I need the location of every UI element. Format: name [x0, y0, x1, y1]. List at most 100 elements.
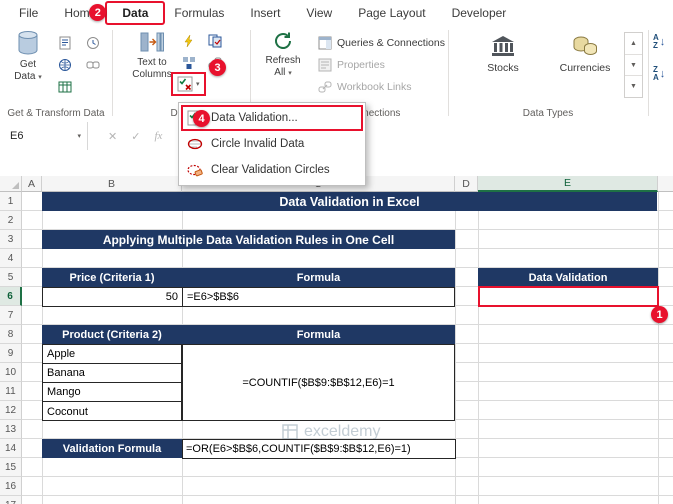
menu-item-clear-validation-circles[interactable]: Clear Validation Circles: [179, 157, 365, 183]
select-all-corner[interactable]: [0, 176, 22, 192]
row-header-11[interactable]: 11: [0, 382, 22, 401]
group-get-transform-data: Get Data ▾ Get & Transform Data: [0, 26, 112, 122]
cell-data-validation-header[interactable]: Data Validation: [478, 268, 658, 287]
existing-connections-button[interactable]: [84, 56, 102, 74]
get-data-button[interactable]: Get Data ▾: [5, 30, 51, 82]
row-header-13[interactable]: 13: [0, 420, 22, 439]
circle-invalid-data-icon: [185, 136, 205, 152]
gallery-more-button[interactable]: ▼: [625, 76, 642, 97]
flash-fill-button[interactable]: [180, 32, 224, 50]
queries-connections-button[interactable]: Queries & Connections: [318, 36, 445, 50]
row-header-15[interactable]: 15: [0, 458, 22, 477]
currencies-data-type-button[interactable]: Currencies: [548, 34, 622, 74]
dropdown-chevron: ▾: [288, 69, 292, 77]
remove-duplicates-icon: [206, 32, 224, 50]
cell-b11-product[interactable]: Mango: [43, 383, 181, 402]
column-header-e[interactable]: E: [478, 176, 658, 192]
row-header-9[interactable]: 9: [0, 344, 22, 363]
row-header-10[interactable]: 10: [0, 363, 22, 382]
recent-sources-button[interactable]: [84, 34, 102, 52]
annotation-marker-1: 1: [651, 306, 668, 323]
dropdown-chevron: ▾: [38, 73, 42, 81]
stocks-data-type-button[interactable]: Stocks: [470, 34, 536, 74]
from-table-range-button[interactable]: [56, 78, 74, 96]
column-header-a[interactable]: A: [22, 176, 42, 192]
column-header-f-partial[interactable]: [658, 176, 673, 192]
column-header-d[interactable]: D: [455, 176, 478, 192]
row-header-12[interactable]: 12: [0, 401, 22, 420]
sort-za-button[interactable]: ZA ↓: [653, 66, 665, 82]
tab-data-label: Data: [122, 6, 149, 20]
cell-subtitle-banner[interactable]: Applying Multiple Data Validation Rules …: [42, 230, 455, 249]
queries-connections-pane-icon: [318, 36, 332, 50]
column-header-b[interactable]: B: [42, 176, 182, 192]
menu-item-data-validation-label: Data Validation...: [211, 112, 298, 124]
cell-title-banner[interactable]: Data Validation in Excel: [42, 192, 657, 211]
row-header-4[interactable]: 4: [0, 249, 22, 268]
row-header-2[interactable]: 2: [0, 211, 22, 230]
group-label-data-types: Data Types: [522, 108, 574, 119]
queries-connections-label: Queries & Connections: [337, 37, 445, 49]
gallery-scroll-up-button[interactable]: ▲: [625, 33, 642, 55]
confirm-entry-icon[interactable]: ✓: [131, 130, 140, 143]
tab-data[interactable]: Data 2: [89, 0, 166, 26]
menu-item-clear-circles-label: Clear Validation Circles: [211, 164, 330, 176]
row-header-16[interactable]: 16: [0, 477, 22, 496]
cell-e6-selected[interactable]: [478, 286, 659, 307]
cell-validation-formula[interactable]: =OR(E6>$B$6,COUNTIF($B$9:$B$12,E6)=1): [182, 439, 456, 459]
cell-formula-header-2[interactable]: Formula: [182, 325, 455, 344]
row-header-8[interactable]: 8: [0, 325, 22, 344]
tab-view[interactable]: View: [293, 0, 345, 26]
row-header-5[interactable]: 5: [0, 268, 22, 287]
text-to-columns-icon: [140, 30, 164, 54]
cell-b12-product[interactable]: Coconut: [43, 402, 181, 421]
row-header-6[interactable]: 6: [0, 287, 22, 306]
data-validation-button[interactable]: ▾: [171, 72, 206, 96]
excel-window: File Home Data 2 Formulas Insert View Pa…: [0, 0, 673, 504]
cell-product-header[interactable]: Product (Criteria 2): [42, 325, 182, 344]
cell-b10-product[interactable]: Banana: [43, 364, 181, 383]
tab-formulas[interactable]: Formulas: [161, 0, 237, 26]
annotation-marker-4: 4: [193, 110, 210, 127]
sort-down-arrow-icon: ↓: [659, 68, 666, 80]
row-header-7[interactable]: 7: [0, 306, 22, 325]
name-box-chevron[interactable]: ▾: [77, 133, 81, 140]
row-header-3[interactable]: 3: [0, 230, 22, 249]
cell-b9-product[interactable]: Apple: [43, 345, 181, 364]
cell-b6-price-value[interactable]: 50: [43, 288, 183, 306]
data-validation-dropdown-chevron[interactable]: ▾: [196, 81, 200, 88]
tab-developer[interactable]: Developer: [439, 0, 520, 26]
insert-function-icon[interactable]: fx: [154, 130, 162, 143]
ribbon-tab-bar: File Home Data 2 Formulas Insert View Pa…: [0, 0, 673, 26]
menu-item-data-validation[interactable]: Data Validation... 4: [179, 105, 365, 131]
cell-price-header[interactable]: Price (Criteria 1): [42, 268, 182, 287]
cancel-entry-icon[interactable]: ✕: [108, 130, 117, 143]
properties-button[interactable]: Properties: [318, 58, 385, 72]
name-box[interactable]: E6 ▾: [0, 122, 88, 150]
menu-item-circle-invalid-data[interactable]: Circle Invalid Data: [179, 131, 365, 157]
cell-countif-formula[interactable]: =COUNTIF($B$9:$B$12,E6)=1: [182, 344, 455, 421]
group-label-get-transform: Get & Transform Data: [7, 108, 105, 119]
tab-insert[interactable]: Insert: [237, 0, 293, 26]
consolidate-icon: [180, 54, 198, 72]
cell-formula-header-1[interactable]: Formula: [182, 268, 455, 287]
gallery-scroll-down-button[interactable]: ▼: [625, 55, 642, 77]
row-header-14[interactable]: 14: [0, 439, 22, 458]
row-header-1[interactable]: 1: [0, 192, 22, 211]
menu-item-circle-invalid-label: Circle Invalid Data: [211, 138, 305, 150]
cell-validation-label[interactable]: Validation Formula: [42, 439, 182, 458]
tab-page-layout[interactable]: Page Layout: [345, 0, 438, 26]
get-data-label-1: Get: [19, 59, 37, 70]
row-header-17[interactable]: 17: [0, 496, 22, 504]
from-text-csv-icon: [56, 34, 74, 52]
text-to-columns-button[interactable]: Text to Columns: [128, 30, 176, 80]
cell-c6-price-formula[interactable]: =E6>$B$6: [183, 288, 454, 306]
tab-file[interactable]: File: [6, 0, 51, 26]
from-web-button[interactable]: [56, 56, 74, 74]
workbook-links-button[interactable]: Workbook Links: [318, 80, 412, 94]
from-text-csv-button[interactable]: [56, 34, 74, 52]
refresh-all-button[interactable]: Refresh All ▾: [256, 30, 310, 78]
get-data-label-2: Data: [14, 70, 36, 82]
sort-az-button[interactable]: AZ ↓: [653, 34, 665, 50]
existing-connections-link-icon: [84, 56, 102, 74]
